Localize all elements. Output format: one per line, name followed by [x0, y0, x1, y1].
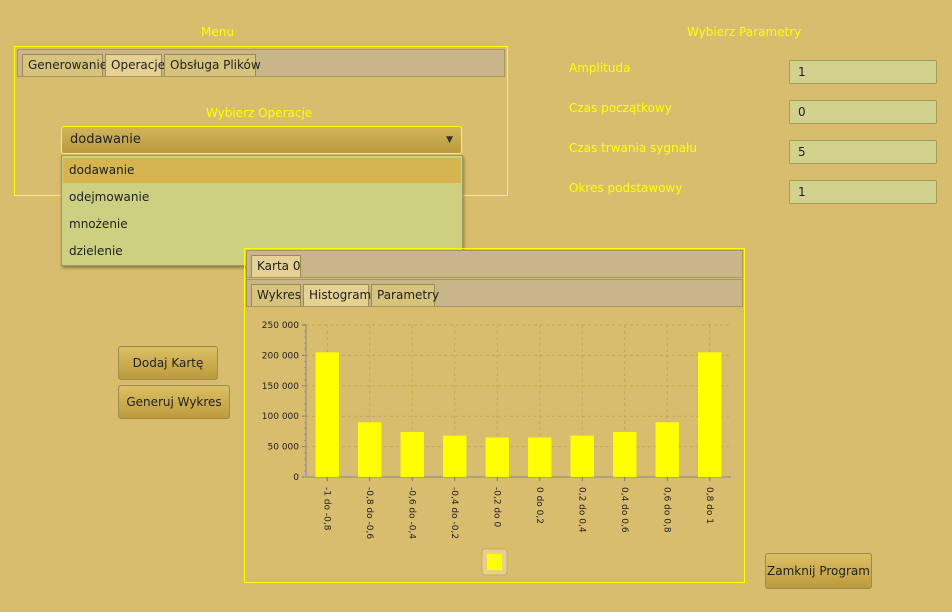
param-label-okres: Okres podstawowy: [569, 181, 683, 195]
histogram-chart: 0 50 000 100 000 150 000 200 000 250 000 -1 do…: [262, 321, 731, 576]
histogram-bar: [400, 432, 424, 477]
tab-generowanie[interactable]: Generowanie: [22, 54, 107, 76]
czas-trwania-input[interactable]: 5: [789, 140, 937, 164]
x-tick-label: 0,4 do 0,6: [619, 487, 629, 533]
x-tick-label: 0 do 0,2: [534, 487, 544, 524]
histogram-bar: [655, 422, 679, 477]
param-label-czas-trwania: Czas trwania sygnału: [569, 141, 697, 155]
tab-wykres[interactable]: Wykres: [251, 284, 301, 306]
menu-tabbar: Generowanie Operacje Obsługa Plików: [17, 49, 505, 77]
histogram-bar: [358, 422, 382, 477]
x-tick-label: -1 do -0,8: [321, 487, 331, 531]
tab-karta-0[interactable]: Karta 0: [251, 255, 301, 277]
okres-input[interactable]: 1: [789, 180, 937, 204]
cards-tabbar: Karta 0: [246, 250, 743, 278]
histogram-bar: [443, 435, 467, 477]
option-dodawanie[interactable]: dodawanie: [63, 158, 461, 183]
x-tick-label: -0,6 do -0,4: [406, 487, 416, 539]
close-program-button[interactable]: Zamknij Program: [765, 553, 872, 589]
amplituda-input[interactable]: 1: [789, 60, 937, 84]
x-tick-label: 0,8 do 1: [704, 487, 714, 524]
param-label-amplituda: Amplituda: [569, 61, 631, 75]
option-mnozenie[interactable]: mnożenie: [63, 212, 461, 237]
cards-panel: Karta 0 Wykres Histogram Parametry 0 50 0…: [244, 248, 745, 583]
add-card-button[interactable]: Dodaj Kartę: [118, 346, 218, 380]
inner-tabbar: Wykres Histogram Parametry: [246, 279, 743, 307]
tab-obsluga-plikow[interactable]: Obsługa Plików: [164, 54, 261, 76]
x-tick-label: -0,2 do 0: [491, 487, 501, 528]
tab-parametry[interactable]: Parametry: [371, 284, 439, 306]
histogram-bar: [698, 352, 722, 477]
y-tick-label: 0: [293, 473, 299, 483]
param-label-czas-poczatkowy: Czas początkowy: [569, 101, 672, 115]
histogram-bar: [570, 435, 594, 477]
x-tick-label: -0,8 do -0,6: [364, 487, 374, 539]
histogram-bar: [485, 437, 509, 477]
x-tick-label: 0,6 do 0,8: [661, 487, 671, 533]
y-tick-label: 250 000: [262, 321, 299, 331]
histogram-bar: [315, 352, 339, 477]
chevron-down-icon[interactable]: ▼: [446, 127, 453, 153]
x-tick-label: 0,2 do 0,4: [576, 487, 586, 533]
histogram-bar: [528, 437, 552, 477]
params-title: Wybierz Parametry: [687, 25, 802, 39]
operation-combo[interactable]: dodawanie ▼: [61, 126, 462, 154]
histogram-bar: [613, 432, 637, 477]
legend-swatch: [487, 554, 502, 570]
y-tick-label: 100 000: [262, 412, 299, 422]
czas-poczatkowy-input[interactable]: 0: [789, 100, 937, 124]
menu-title: Menu: [201, 25, 234, 39]
y-tick-label: 150 000: [262, 382, 299, 392]
operation-label: Wybierz Operacje: [206, 106, 313, 120]
y-tick-label: 50 000: [268, 443, 300, 453]
tab-operacje[interactable]: Operacje: [105, 54, 165, 76]
operation-combo-value: dodawanie: [70, 132, 141, 147]
tab-histogram[interactable]: Histogram: [303, 284, 371, 306]
generate-chart-button[interactable]: Generuj Wykres: [118, 385, 230, 419]
option-odejmowanie[interactable]: odejmowanie: [63, 185, 461, 210]
y-tick-label: 200 000: [262, 351, 299, 361]
x-tick-label: -0,4 do -0,2: [449, 487, 459, 539]
